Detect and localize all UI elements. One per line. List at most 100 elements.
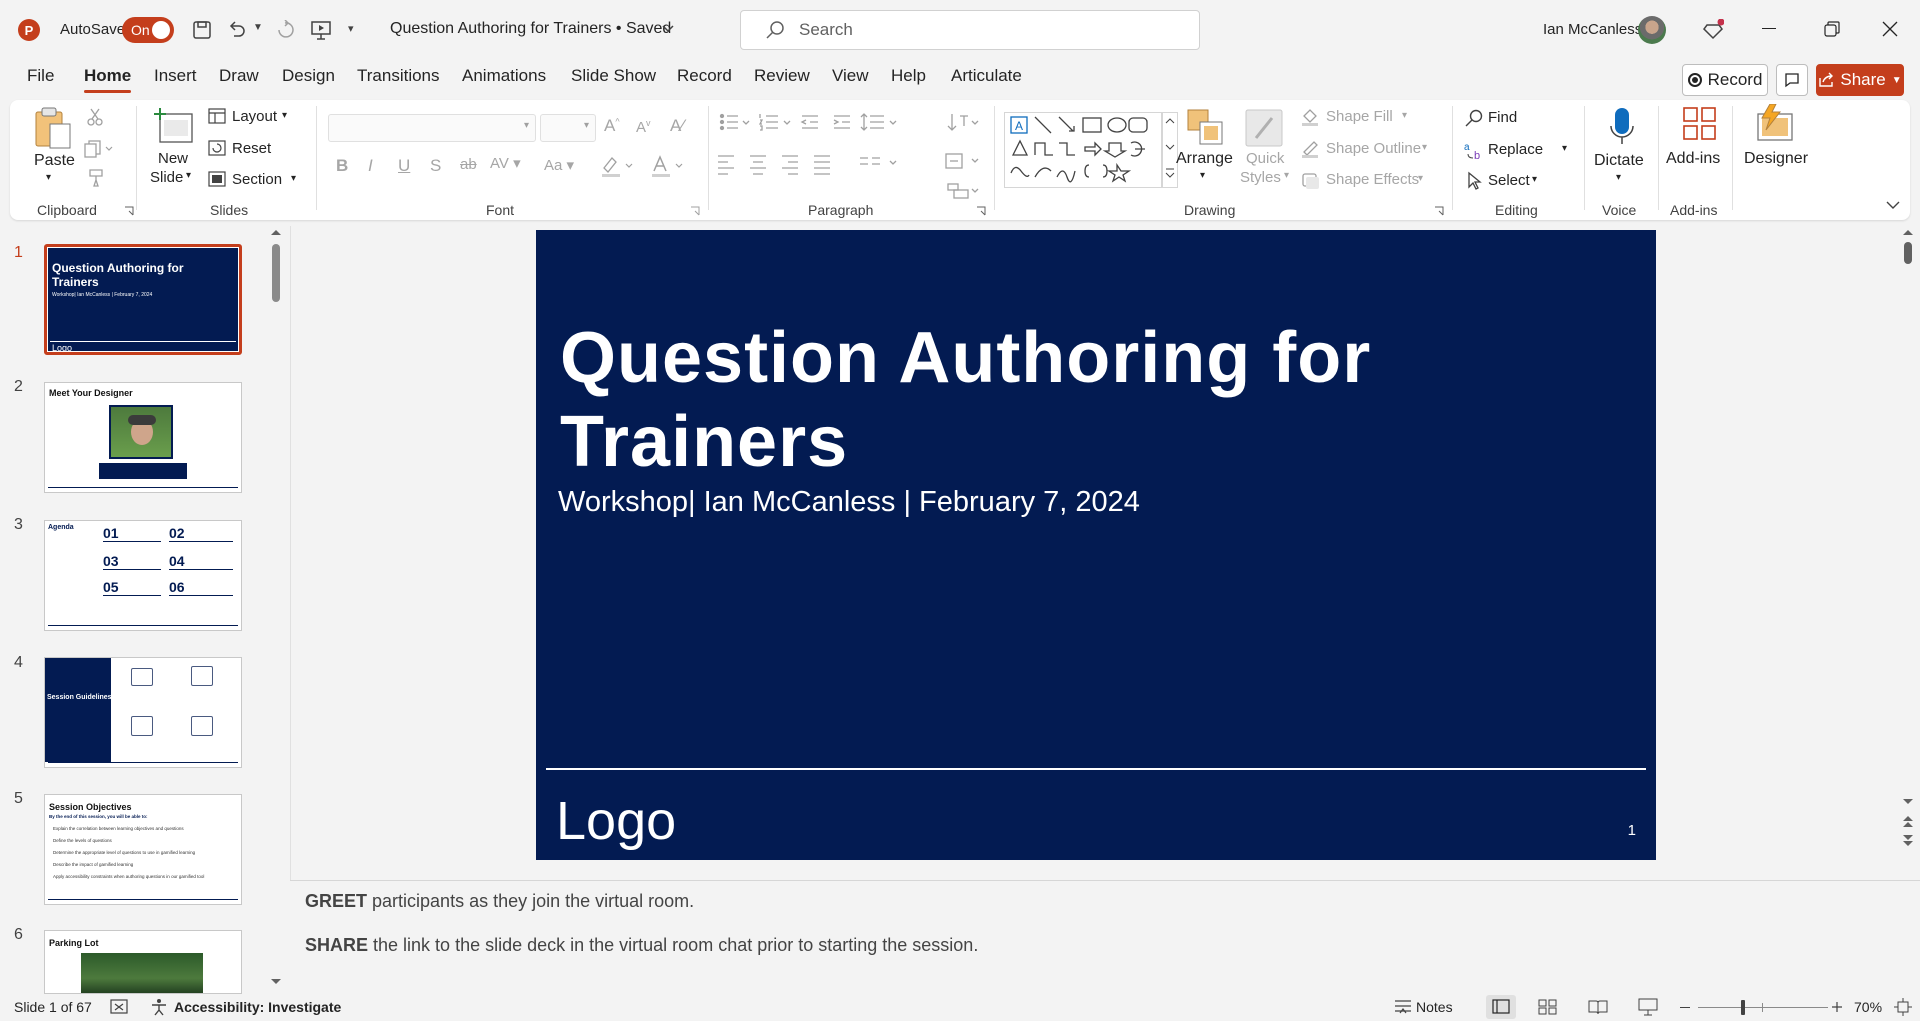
- record-button[interactable]: Record: [1682, 64, 1768, 96]
- tab-help[interactable]: Help: [891, 66, 926, 86]
- current-slide[interactable]: Question Authoring for Trainers Workshop…: [536, 230, 1656, 860]
- select-dropdown-icon[interactable]: ▾: [1532, 174, 1537, 185]
- title-dropdown-icon[interactable]: [661, 22, 675, 36]
- font-color-icon[interactable]: [650, 154, 686, 178]
- search-box[interactable]: Search: [740, 10, 1200, 50]
- shape-effects-icon[interactable]: [1300, 171, 1320, 189]
- accessibility-status[interactable]: Accessibility: Investigate: [174, 999, 341, 1015]
- pane-divider[interactable]: [290, 226, 291, 880]
- arrange-icon[interactable]: [1186, 108, 1226, 148]
- font-name-combo[interactable]: ▾: [328, 114, 536, 142]
- user-name[interactable]: Ian McCanless: [1543, 21, 1642, 38]
- normal-view-icon[interactable]: [1486, 995, 1516, 1019]
- spelling-check-icon[interactable]: [110, 998, 128, 1016]
- format-painter-icon[interactable]: [86, 168, 106, 188]
- tab-home[interactable]: Home: [84, 66, 132, 93]
- reset-button[interactable]: Reset: [232, 140, 271, 157]
- slide-sorter-icon[interactable]: [1538, 999, 1558, 1015]
- thumbnail-scroll-up-icon[interactable]: [270, 228, 282, 236]
- slide-logo-placeholder[interactable]: Logo: [556, 790, 676, 852]
- previous-slide-icon[interactable]: [1902, 814, 1914, 828]
- tab-articulate[interactable]: Articulate: [951, 66, 1022, 86]
- tab-transitions[interactable]: Transitions: [357, 66, 440, 86]
- zoom-out-icon[interactable]: [1680, 1007, 1690, 1008]
- quick-styles-label-2[interactable]: Styles: [1240, 169, 1281, 186]
- add-ins-icon[interactable]: [1682, 106, 1718, 142]
- tab-insert[interactable]: Insert: [154, 66, 197, 86]
- dictate-label[interactable]: Dictate: [1594, 152, 1644, 170]
- autosave-toggle[interactable]: On: [122, 17, 174, 43]
- zoom-level[interactable]: 70%: [1854, 999, 1882, 1015]
- thumbnail-slide-4[interactable]: Session Guidelines: [44, 657, 242, 768]
- drawing-launcher-icon[interactable]: [1434, 206, 1444, 216]
- shape-fill-dropdown-icon[interactable]: ▾: [1402, 110, 1407, 121]
- share-button[interactable]: Share ▼: [1816, 64, 1904, 96]
- quick-styles-icon[interactable]: [1244, 108, 1284, 148]
- tab-review[interactable]: Review: [754, 66, 810, 86]
- strikethrough-icon[interactable]: ab: [460, 156, 477, 173]
- editor-scroll-up-icon[interactable]: [1902, 228, 1914, 236]
- reading-view-icon[interactable]: [1588, 999, 1608, 1015]
- new-slide-icon[interactable]: [154, 106, 194, 146]
- zoom-slider[interactable]: [1698, 1000, 1828, 1015]
- font-size-combo[interactable]: ▾: [540, 114, 596, 142]
- shape-effects-button[interactable]: Shape Effects: [1326, 171, 1419, 188]
- document-title[interactable]: Question Authoring for Trainers • Saved: [390, 20, 671, 38]
- shape-fill-button[interactable]: Shape Fill: [1326, 108, 1393, 125]
- section-icon[interactable]: [208, 171, 226, 187]
- paste-dropdown-icon[interactable]: ▾: [46, 172, 51, 183]
- shape-effects-dropdown-icon[interactable]: ▾: [1418, 173, 1423, 184]
- find-icon[interactable]: [1464, 108, 1484, 128]
- customize-toolbar-icon[interactable]: ▾: [348, 22, 354, 35]
- shape-fill-icon[interactable]: [1300, 108, 1320, 126]
- shape-outline-button[interactable]: Shape Outline: [1326, 140, 1421, 157]
- italic-icon[interactable]: I: [368, 156, 373, 176]
- undo-dropdown-icon[interactable]: ▼: [253, 22, 263, 33]
- designer-icon[interactable]: [1754, 104, 1794, 144]
- thumbnail-slide-3[interactable]: Agenda 01 02 03 04 05 06: [44, 520, 242, 631]
- new-slide-dropdown-icon[interactable]: ▾: [186, 170, 191, 181]
- notes-line-2[interactable]: SHARE the link to the slide deck in the …: [305, 935, 978, 956]
- shadow-icon[interactable]: S: [430, 156, 441, 176]
- tab-slide-show[interactable]: Slide Show: [571, 66, 656, 86]
- collapse-ribbon-icon[interactable]: [1886, 200, 1900, 210]
- layout-button[interactable]: Layout: [232, 108, 277, 125]
- shape-outline-icon[interactable]: [1300, 140, 1320, 158]
- present-icon[interactable]: [310, 19, 332, 41]
- layout-dropdown-icon[interactable]: ▾: [282, 110, 287, 121]
- replace-icon[interactable]: ab: [1464, 140, 1486, 160]
- tab-design[interactable]: Design: [282, 66, 335, 86]
- close-icon[interactable]: [1882, 21, 1898, 37]
- section-dropdown-icon[interactable]: ▾: [291, 173, 296, 184]
- clear-formatting-icon[interactable]: A⁄: [670, 116, 684, 136]
- paste-label[interactable]: Paste: [34, 152, 75, 170]
- thumbnail-slide-2[interactable]: Meet Your Designer: [44, 382, 242, 493]
- slideshow-view-icon[interactable]: [1638, 998, 1658, 1016]
- new-slide-label[interactable]: New: [158, 150, 188, 167]
- zoom-in-icon[interactable]: [1831, 1001, 1843, 1013]
- save-icon[interactable]: [192, 20, 212, 40]
- clipboard-launcher-icon[interactable]: [124, 206, 134, 216]
- replace-dropdown-icon[interactable]: ▾: [1562, 143, 1567, 154]
- tab-file[interactable]: File: [27, 66, 54, 86]
- select-icon[interactable]: [1466, 171, 1484, 191]
- character-spacing-icon[interactable]: AV ▾: [490, 154, 521, 172]
- cut-icon[interactable]: [86, 108, 104, 126]
- paste-icon[interactable]: [32, 106, 72, 150]
- comments-button[interactable]: [1776, 64, 1808, 96]
- quick-styles-dropdown-icon[interactable]: ▾: [1284, 170, 1289, 181]
- slide-counter[interactable]: Slide 1 of 67: [14, 999, 92, 1015]
- tab-draw[interactable]: Draw: [219, 66, 259, 86]
- replace-button[interactable]: Replace: [1488, 141, 1543, 158]
- editor-scrollbar-thumb[interactable]: [1904, 242, 1912, 264]
- change-case-icon[interactable]: Aa ▾: [544, 156, 574, 174]
- bold-icon[interactable]: B: [336, 156, 348, 176]
- reset-icon[interactable]: [208, 140, 226, 156]
- increase-font-icon[interactable]: A^: [604, 116, 620, 136]
- arrange-label[interactable]: Arrange: [1176, 150, 1233, 168]
- new-slide-label-2[interactable]: Slide: [150, 169, 183, 186]
- minimize-icon[interactable]: [1762, 28, 1776, 29]
- notes-line-1[interactable]: GREET participants as they join the virt…: [305, 891, 694, 912]
- thumbnail-scroll-down-icon[interactable]: [270, 978, 282, 986]
- font-launcher-icon[interactable]: [690, 206, 700, 216]
